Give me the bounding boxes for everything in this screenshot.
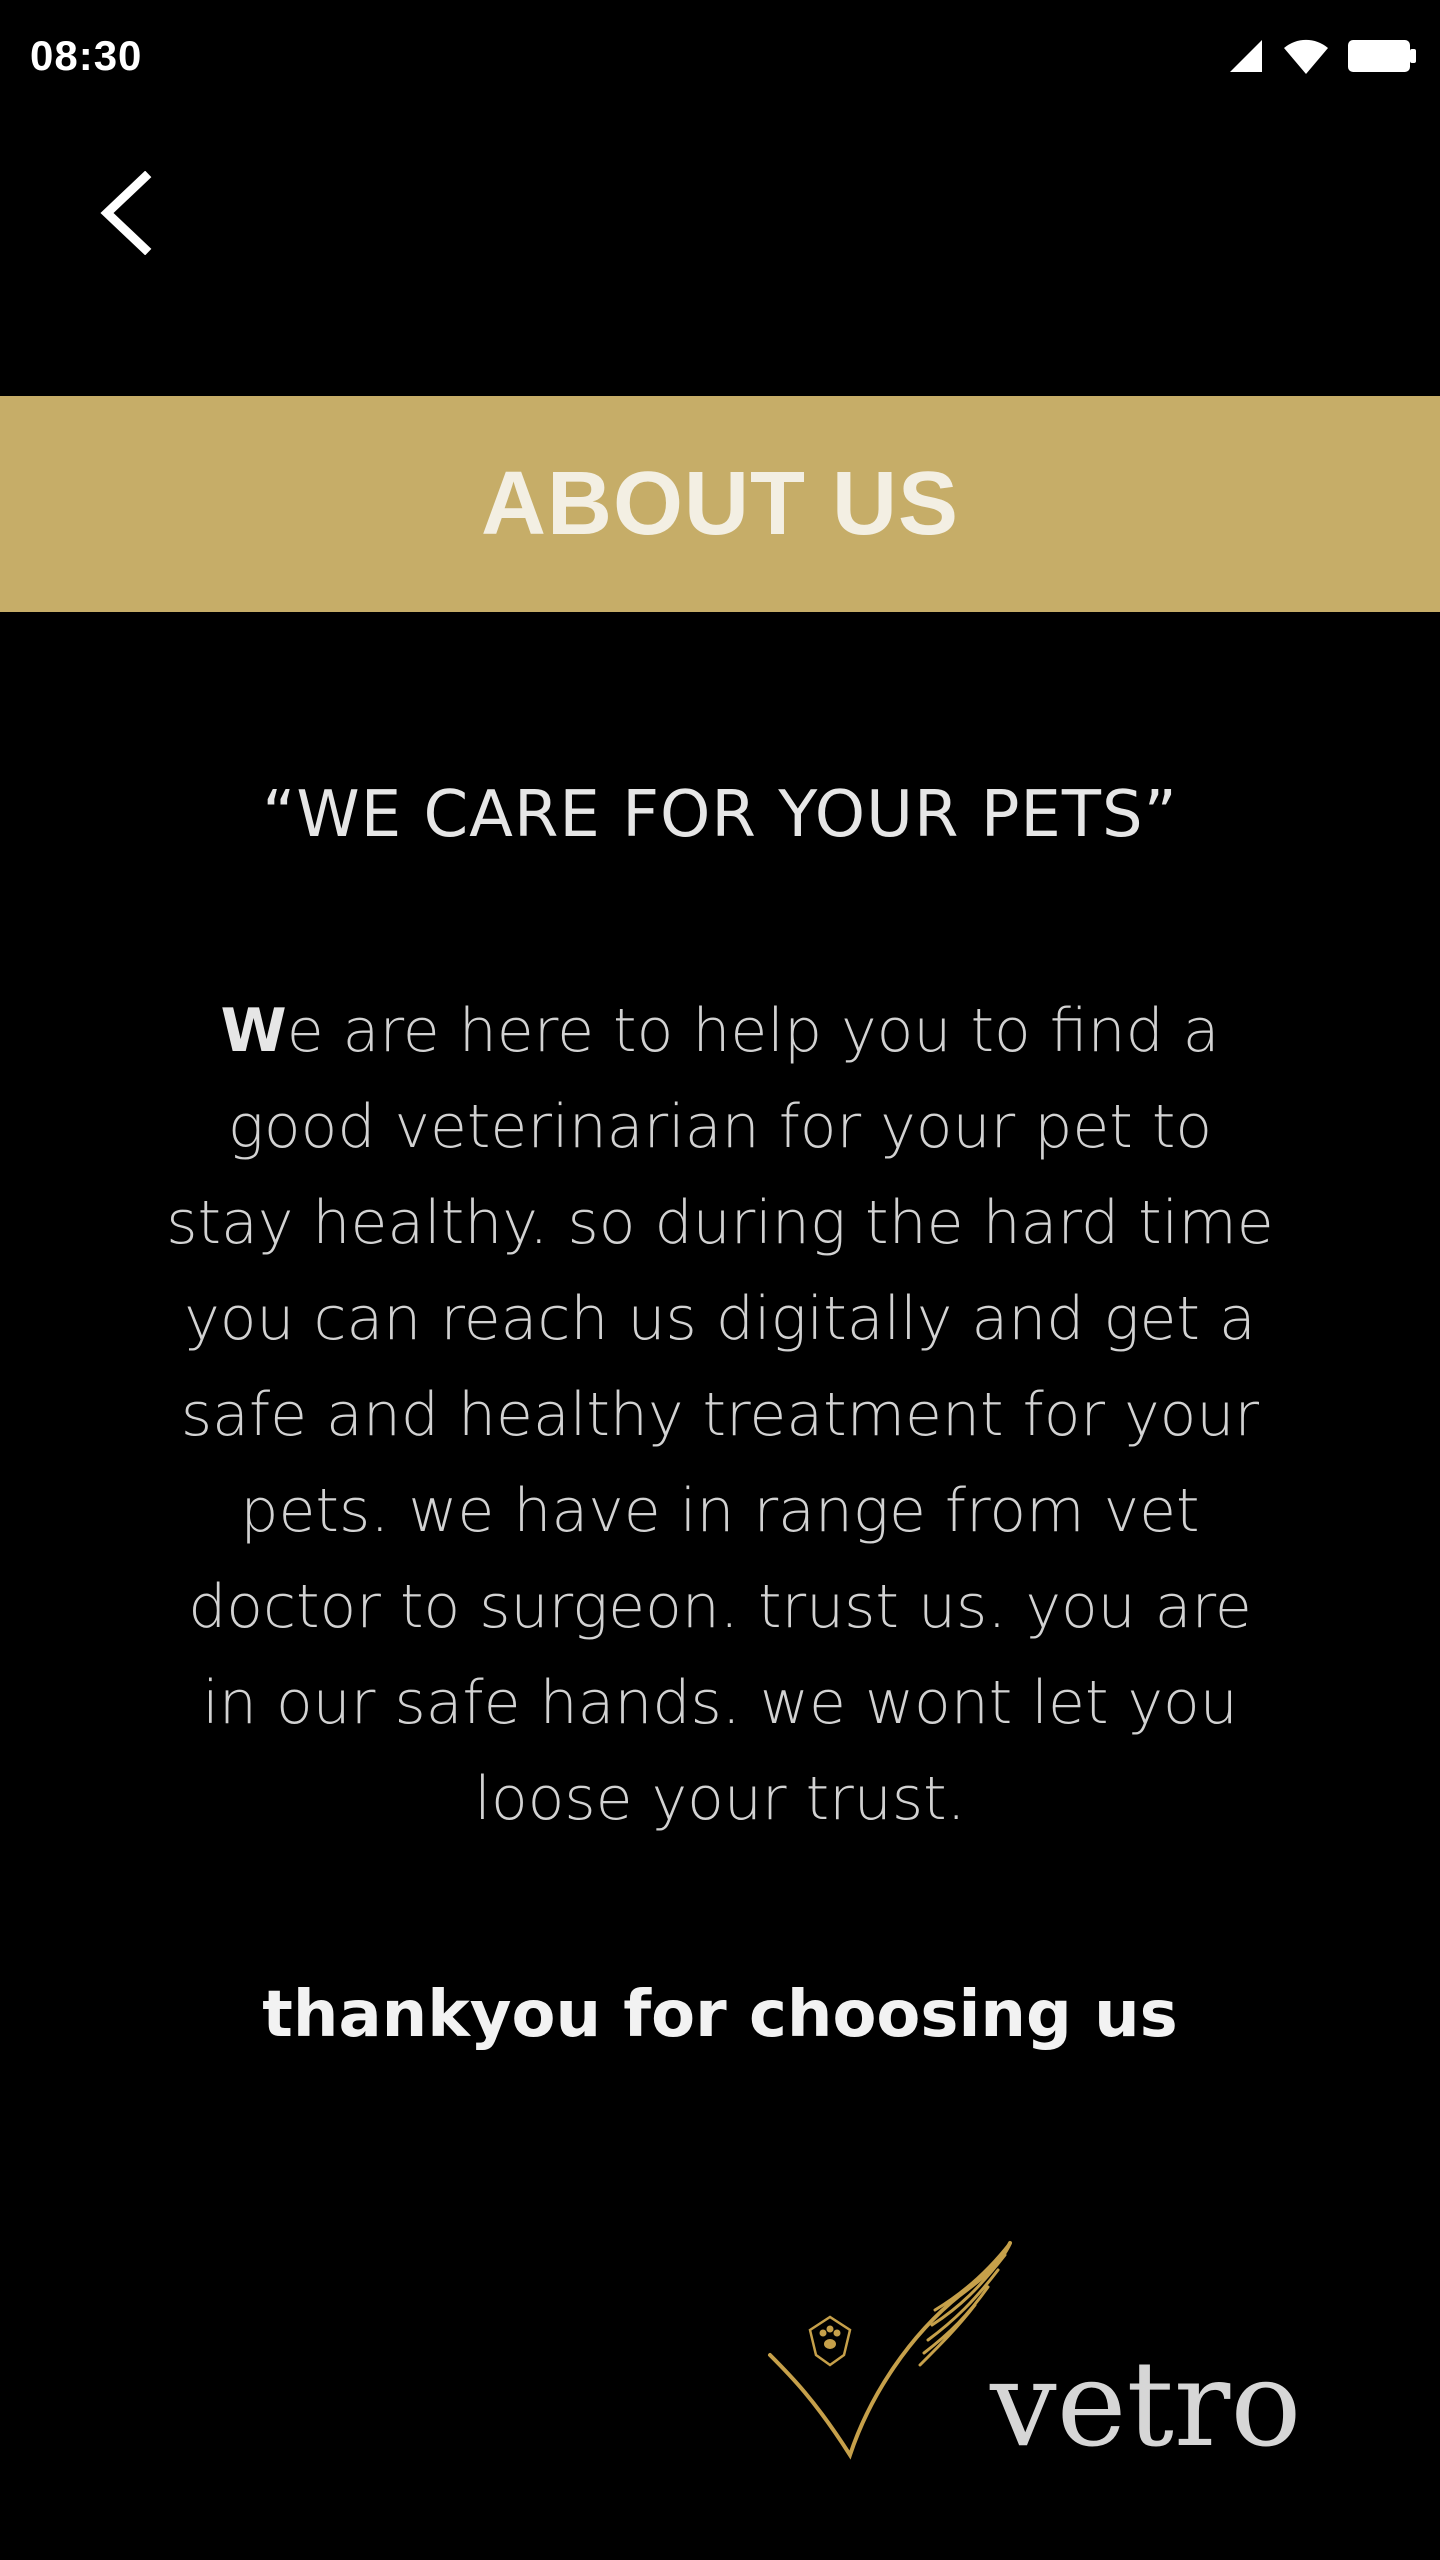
battery-icon — [1348, 38, 1418, 78]
thanks-message: thankyou for choosing us — [262, 1978, 1178, 2052]
wifi-icon — [1282, 36, 1330, 80]
about-description: We are here to help you to find a good v… — [160, 983, 1280, 1847]
status-time: 08:30 — [30, 32, 143, 79]
status-bar: 08:30 — [0, 0, 1440, 112]
tagline: “WE CARE FOR YOUR PETS” — [262, 778, 1178, 852]
back-button[interactable] — [70, 160, 180, 270]
description-text: e are here to help you to find a good ve… — [166, 996, 1274, 1834]
status-icons — [1228, 34, 1418, 82]
paw-icon — [808, 2315, 852, 2367]
logo-wordmark: vetro — [989, 2335, 1301, 2473]
about-banner: ABOUT US — [0, 396, 1440, 612]
vetro-logo: vetro — [760, 2225, 1320, 2475]
chevron-left-icon — [95, 170, 155, 259]
signal-icon — [1228, 38, 1264, 78]
page-title: ABOUT US — [481, 453, 959, 554]
drop-letter: W — [220, 996, 287, 1066]
